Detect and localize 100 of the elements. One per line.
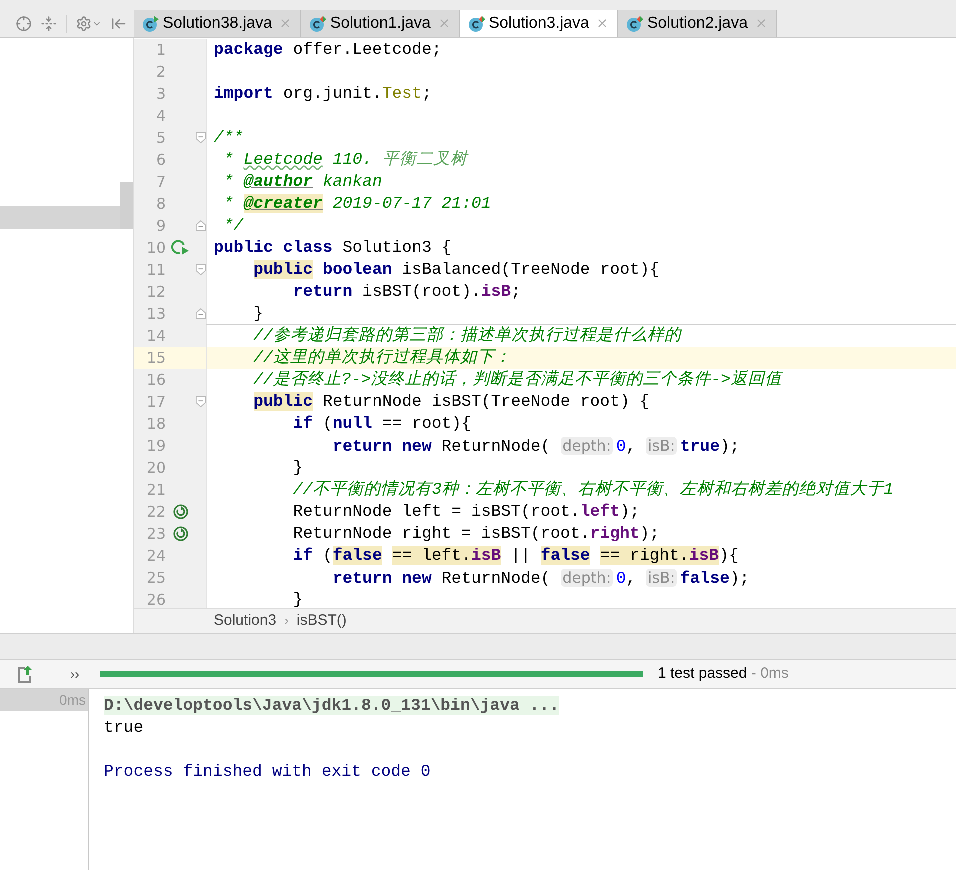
line-number: 8 [156, 195, 166, 213]
fold-marker-icon[interactable] [196, 264, 206, 276]
close-icon[interactable] [279, 17, 292, 30]
settings-icon[interactable] [76, 16, 92, 32]
parameter-hint: depth: [560, 437, 614, 455]
code-token: 2019-07-17 21:01 [332, 194, 492, 213]
code-token: } [254, 304, 264, 323]
collapse-icon[interactable] [41, 16, 57, 32]
line-number: 12 [146, 283, 166, 301]
code-token: offer.Leetcode; [293, 40, 442, 59]
code-token: ); [620, 502, 640, 521]
code-token: ( [322, 414, 333, 433]
code-token: true [680, 437, 720, 456]
code-token: 0 [616, 437, 626, 456]
fold-marker-icon[interactable] [196, 396, 206, 408]
code-token: false [332, 546, 382, 565]
run-icon[interactable] [171, 239, 191, 257]
code-token: return [293, 282, 353, 301]
code-token: Test [382, 84, 422, 103]
code-token: ReturnNode( [442, 569, 552, 588]
code-token: } [293, 458, 304, 477]
code-token: ReturnNode( [442, 437, 552, 456]
line-number: 6 [156, 151, 166, 169]
code-token: */ [224, 216, 244, 235]
scrollbar-thumb[interactable] [120, 182, 133, 229]
code-token: //这里的单次执行过程具体如下： [254, 348, 512, 367]
editor-tab[interactable]: Solution38.java [134, 10, 302, 37]
code-token: ){ [719, 546, 739, 565]
code-token: == root){ [382, 414, 472, 433]
editor-tab[interactable]: Solution1.java [301, 10, 460, 37]
parameter-hint: isB: [646, 569, 678, 587]
line-number: 5 [156, 129, 166, 147]
close-icon[interactable] [596, 17, 610, 30]
close-icon[interactable] [438, 17, 451, 30]
line-number: 13 [146, 305, 166, 323]
code-token: if [293, 414, 314, 433]
console-line: true [104, 718, 144, 737]
editor-tab[interactable]: Solution2.java [618, 10, 777, 37]
code-token: * [224, 172, 235, 191]
code-token: ); [730, 569, 750, 588]
code-token: false [680, 569, 730, 588]
line-number: 11 [146, 261, 166, 279]
breadcrumb-item[interactable]: Solution3 [214, 610, 277, 632]
code-token: org.junit. [283, 84, 382, 103]
code-token: 0 [616, 569, 626, 588]
editor-tab[interactable]: Solution3.java [460, 10, 618, 37]
code-token: ; [422, 84, 432, 103]
test-status: 1 test passed [658, 664, 748, 682]
line-number: 3 [156, 85, 166, 103]
code-token: //不平衡的情况有3种：左树不平衡、右树不平衡、左树和右树差的绝对值大于1 [293, 480, 894, 499]
more-button[interactable]: ›› [50, 664, 100, 684]
parameter-hint: depth: [560, 569, 614, 587]
code-token: ); [640, 524, 660, 543]
line-number: 26 [146, 591, 166, 608]
code-token: ReturnNode isBST(TreeNode root) { [322, 392, 650, 411]
line-number: 15 [146, 349, 166, 367]
code-token: , [626, 437, 638, 456]
line-number: 19 [146, 437, 166, 455]
code-token: public [254, 260, 314, 279]
code-token: ReturnNode right = isBST(root. [293, 524, 590, 543]
code-token: * [224, 150, 235, 169]
code-token: 平衡二叉树 [382, 150, 468, 169]
line-number: 17 [146, 393, 166, 411]
code-token: 110. [332, 150, 374, 169]
close-icon[interactable] [754, 17, 768, 30]
code-token: } [293, 590, 304, 608]
code-token: return new [332, 569, 432, 588]
line-number: 14 [146, 327, 166, 345]
fold-marker-icon[interactable] [196, 220, 206, 232]
test-duration: - 0ms [750, 664, 789, 682]
class-file-icon [142, 14, 160, 32]
line-number: 9 [156, 217, 166, 235]
breadcrumb-item[interactable]: isBST() [296, 610, 347, 632]
fold-marker-icon[interactable] [196, 308, 206, 320]
locate-icon[interactable] [16, 16, 32, 32]
recursion-icon [173, 526, 189, 542]
code-token: Leetcode [244, 150, 323, 169]
class-file-icon [468, 14, 486, 32]
code-token: if [293, 546, 314, 565]
code-token: == right. [600, 546, 690, 565]
code-token: package [214, 40, 284, 59]
code-token: ( [322, 546, 333, 565]
code-token: , [626, 569, 638, 588]
code-token: == left. [392, 546, 472, 565]
export-test-results-icon[interactable] [16, 664, 34, 684]
code-token: ); [720, 437, 740, 456]
line-number: 25 [146, 569, 166, 587]
code-token: public class [214, 238, 333, 257]
code-token: @author [244, 172, 314, 191]
line-number: 20 [146, 459, 166, 477]
code-token: || [511, 546, 532, 565]
fold-marker-icon[interactable] [196, 132, 206, 144]
line-number: 10 [146, 239, 166, 257]
code-token: import [214, 84, 274, 103]
code-token: ; [511, 282, 521, 301]
code-token: left [580, 502, 620, 521]
hide-panel-icon[interactable] [111, 16, 127, 32]
code-token: @creater [244, 194, 323, 213]
code-token: isBalanced(TreeNode root){ [402, 260, 660, 279]
line-number: 16 [146, 371, 166, 389]
